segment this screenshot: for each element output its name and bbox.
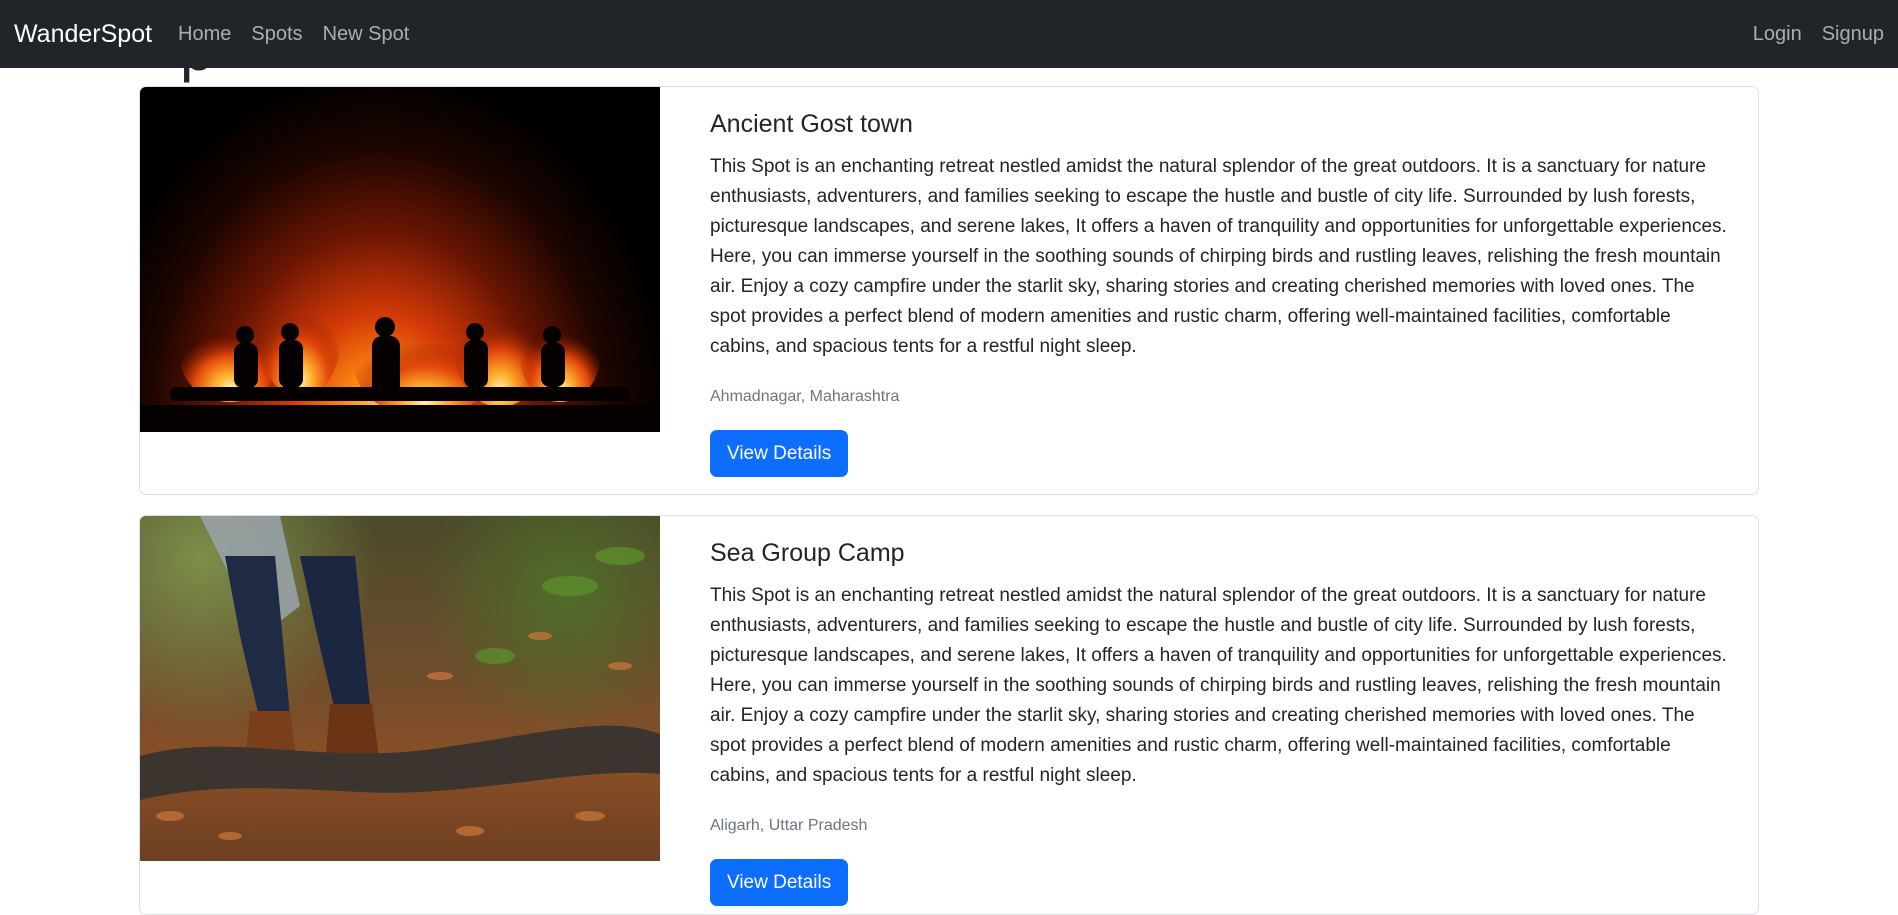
nav-links: Home Spots New Spot [168, 23, 419, 46]
spot-card: Ancient Gost town This Spot is an enchan… [139, 86, 1759, 495]
nav-link-login[interactable]: Login [1733, 23, 1802, 46]
nav-link-spots[interactable]: Spots [241, 23, 312, 46]
spot-title: Sea Group Camp [710, 539, 905, 567]
spot-description: This Spot is an enchanting retreat nestl… [710, 156, 1727, 357]
nav-link-new-spot[interactable]: New Spot [313, 23, 420, 46]
spot-image-forest-walk [140, 516, 660, 861]
spot-title: Ancient Gost town [710, 110, 913, 138]
spot-card-body: Ancient Gost town This Spot is an enchan… [660, 87, 1758, 494]
forest-walk-scene [140, 516, 660, 840]
view-details-button[interactable]: View Details [710, 859, 849, 906]
view-details-button[interactable]: View Details [710, 430, 849, 477]
spot-card-body: Sea Group Camp This Spot is an enchantin… [660, 516, 1758, 914]
spot-image-campfire [140, 87, 660, 432]
nav-link-home[interactable]: Home [168, 23, 241, 46]
spot-description: This Spot is an enchanting retreat nestl… [710, 585, 1727, 786]
spot-location: Ahmadnagar, Maharashtra [710, 388, 900, 405]
spot-location: Aligarh, Uttar Pradesh [710, 817, 868, 834]
nav-link-signup[interactable]: Signup [1802, 23, 1884, 46]
brand-link[interactable]: WanderSpot [14, 20, 152, 49]
spot-card: Sea Group Camp This Spot is an enchantin… [139, 515, 1759, 915]
auth-links: Login Signup [1733, 23, 1884, 46]
navbar: WanderSpot Home Spots New Spot Login Sig… [0, 0, 1898, 68]
campfire-scene [140, 287, 660, 432]
